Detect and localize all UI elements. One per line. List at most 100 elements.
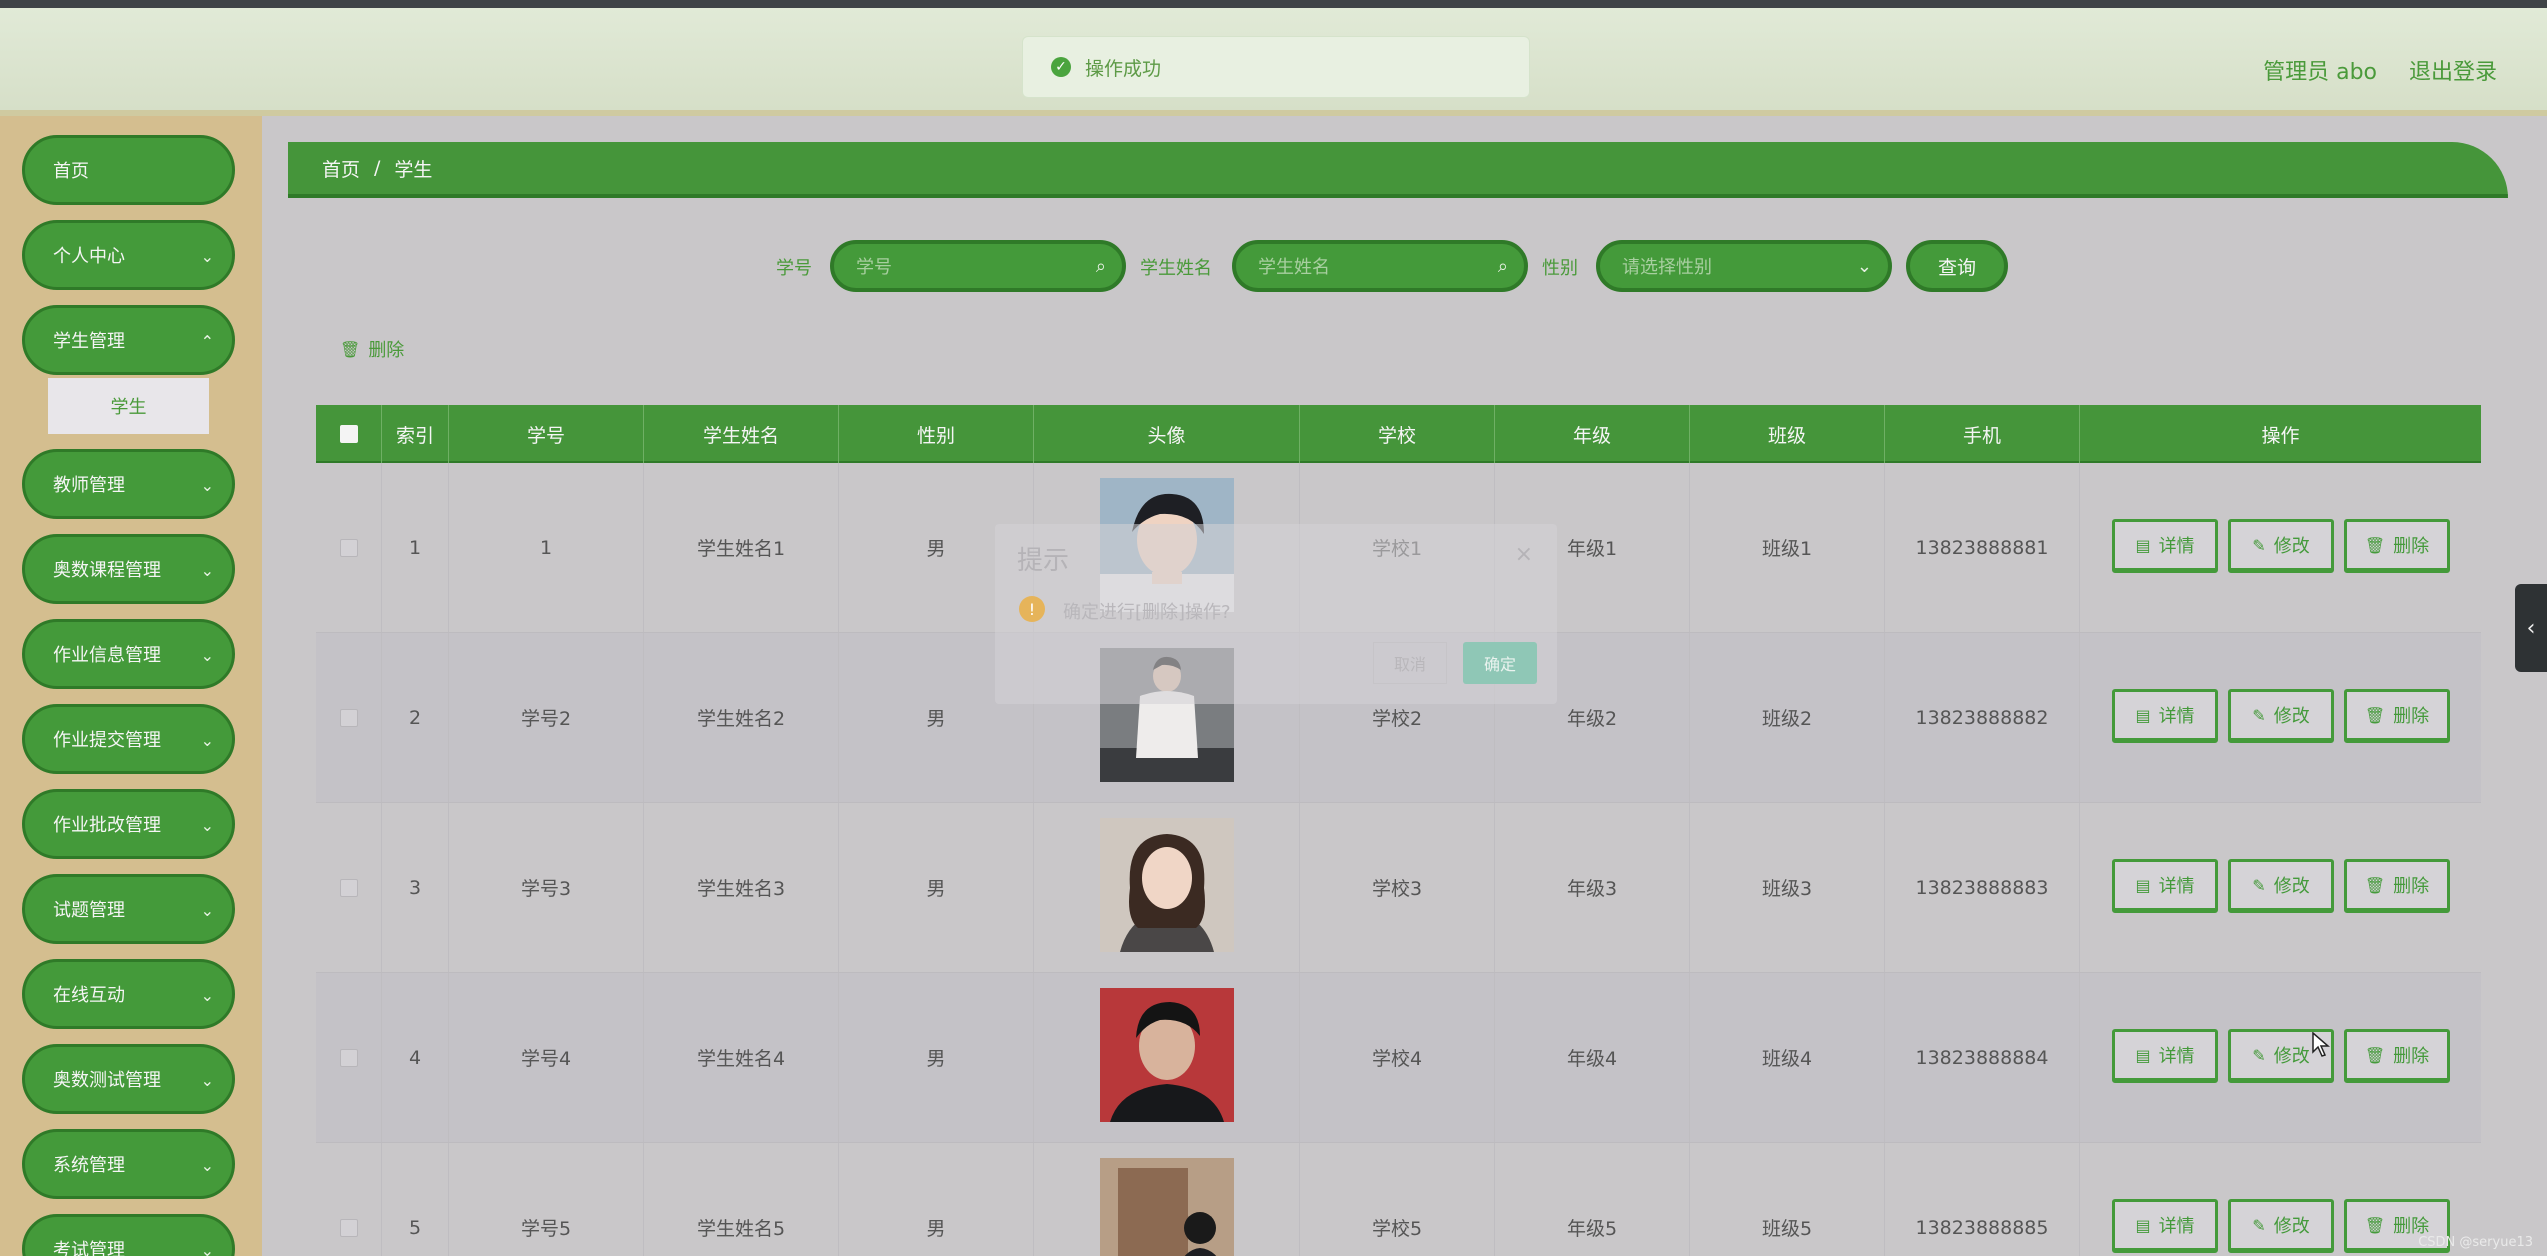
chevron-down-icon: ⌄	[200, 816, 214, 835]
success-toast: ✓ 操作成功	[1022, 36, 1530, 98]
breadcrumb-current: 学生	[394, 158, 433, 181]
cell-index: 4	[382, 973, 449, 1142]
student-id-input[interactable]: 学号 ⌕	[830, 240, 1126, 292]
cell-index: 1	[382, 463, 449, 632]
chevron-down-icon: ⌄	[200, 901, 214, 920]
cell-phone: 13823888884	[1885, 973, 2080, 1142]
table-row: 3 学号3 学生姓名3 男 学校3 年级3 班级3 13823888883 ▤ 详情 ✎ 修改 🗑…	[316, 803, 2481, 973]
check-circle-icon: ✓	[1051, 57, 1071, 77]
cell-index: 5	[382, 1143, 449, 1256]
edit-button[interactable]: ✎ 修改	[2228, 689, 2334, 743]
collapse-panel-tab[interactable]: ‹	[2515, 584, 2547, 672]
header-avatar: 头像	[1034, 405, 1300, 463]
pencil-icon: ✎	[2252, 875, 2266, 895]
chevron-left-icon: ‹	[2526, 615, 2536, 641]
row-checkbox[interactable]	[339, 1218, 358, 1237]
close-icon[interactable]: ×	[1515, 542, 1533, 567]
cell-student-id: 学号3	[449, 803, 644, 972]
edit-button[interactable]: ✎ 修改	[2228, 1199, 2334, 1253]
detail-button[interactable]: ▤ 详情	[2112, 689, 2218, 743]
cell-class: 班级1	[1690, 463, 1885, 632]
sidebar-subitem-student[interactable]: 学生	[48, 378, 209, 434]
detail-button[interactable]: ▤ 详情	[2112, 1029, 2218, 1083]
detail-button[interactable]: ▤ 详情	[2112, 859, 2218, 913]
chevron-down-icon: ⌄	[200, 1071, 214, 1090]
sidebar-item-homework-grade[interactable]: 作业批改管理 ⌄	[22, 789, 235, 859]
row-checkbox[interactable]	[339, 708, 358, 727]
sidebar-item-teacher-mgmt[interactable]: 教师管理 ⌄	[22, 449, 235, 519]
batch-delete-button[interactable]: 🗑 删除	[340, 336, 404, 362]
cell-gender: 男	[839, 803, 1034, 972]
gender-select[interactable]: 请选择性别 ⌄	[1596, 240, 1892, 292]
sidebar-item-home[interactable]: 首页	[22, 135, 235, 205]
cell-phone: 13823888883	[1885, 803, 2080, 972]
delete-button[interactable]: 🗑 删除	[2344, 1029, 2450, 1083]
delete-button[interactable]: 🗑 删除	[2344, 519, 2450, 573]
sidebar-item-homework-info[interactable]: 作业信息管理 ⌄	[22, 619, 235, 689]
chevron-down-icon: ⌄	[1856, 256, 1872, 277]
gender-label: 性别	[1542, 258, 1578, 279]
cell-avatar	[1034, 973, 1300, 1142]
cell-actions: ▤ 详情 ✎ 修改 🗑 删除	[2080, 633, 2481, 802]
cell-student-name: 学生姓名1	[644, 463, 839, 632]
row-checkbox-cell	[316, 803, 382, 972]
delete-button[interactable]: 🗑 删除	[2344, 859, 2450, 913]
query-button[interactable]: 查询	[1906, 240, 2008, 292]
cell-student-id: 学号5	[449, 1143, 644, 1256]
sidebar-item-homework-submit[interactable]: 作业提交管理 ⌄	[22, 704, 235, 774]
student-name-input[interactable]: 学生姓名 ⌕	[1232, 240, 1528, 292]
cell-index: 3	[382, 803, 449, 972]
header-student-name: 学生姓名	[644, 405, 839, 463]
select-all-checkbox[interactable]	[339, 425, 358, 443]
header-class: 班级	[1690, 405, 1885, 463]
cell-grade: 年级4	[1495, 973, 1690, 1142]
chevron-down-icon: ⌄	[200, 1241, 214, 1256]
header-student-id: 学号	[449, 405, 644, 463]
trash-icon: 🗑	[2364, 875, 2386, 895]
table-header: 索引 学号 学生姓名 性别 头像 学校 年级 班级 手机 操作	[316, 405, 2481, 463]
dialog-message: 确定进行[删除]操作?	[1063, 602, 1231, 623]
logout-link[interactable]: 退出登录	[2409, 54, 2497, 86]
warning-icon: !	[1019, 596, 1045, 622]
sidebar-item-system[interactable]: 系统管理 ⌄	[22, 1129, 235, 1199]
student-name-label: 学生姓名	[1140, 258, 1212, 279]
sidebar-item-exam[interactable]: 考试管理 ⌄	[22, 1214, 235, 1256]
breadcrumb-home[interactable]: 首页	[322, 155, 360, 182]
cell-class: 班级2	[1690, 633, 1885, 802]
document-icon: ▤	[2135, 875, 2151, 895]
sidebar-item-interaction[interactable]: 在线互动 ⌄	[22, 959, 235, 1029]
search-icon: ⌕	[1497, 256, 1508, 277]
detail-button[interactable]: ▤ 详情	[2112, 1199, 2218, 1253]
student-avatar-image	[1099, 1158, 1234, 1256]
table-row: 5 学号5 学生姓名5 男 学校5 年级5 班级5 13823888885 ▤ 详情 ✎ 修改 🗑…	[316, 1143, 2481, 1256]
row-checkbox[interactable]	[339, 1048, 358, 1067]
sidebar-item-test-mgmt[interactable]: 奥数测试管理 ⌄	[22, 1044, 235, 1114]
select-all-cell	[316, 405, 382, 463]
sidebar-item-questions[interactable]: 试题管理 ⌄	[22, 874, 235, 944]
dialog-title: 提示	[1017, 546, 1070, 576]
sidebar-item-student-mgmt[interactable]: 学生管理 ⌃	[22, 305, 235, 375]
trash-icon: 🗑	[2364, 1045, 2386, 1065]
edit-button[interactable]: ✎ 修改	[2228, 519, 2334, 573]
edit-button[interactable]: ✎ 修改	[2228, 859, 2334, 913]
header-gender: 性别	[839, 405, 1034, 463]
search-icon: ⌕	[1095, 256, 1106, 277]
sidebar-item-course-mgmt[interactable]: 奥数课程管理 ⌄	[22, 534, 235, 604]
detail-button[interactable]: ▤ 详情	[2112, 519, 2218, 573]
row-checkbox[interactable]	[339, 538, 358, 557]
trash-icon: 🗑	[2364, 535, 2386, 555]
cell-school: 学校3	[1300, 803, 1495, 972]
delete-button[interactable]: 🗑 删除	[2344, 689, 2450, 743]
watermark: CSDN @seryue13	[2418, 1235, 2533, 1250]
search-bar: 学号 学号 ⌕ 学生姓名 学生姓名 ⌕ 性别 请选择性别 ⌄ 查询	[0, 240, 2547, 294]
chevron-down-icon: ⌄	[200, 476, 214, 495]
document-icon: ▤	[2135, 1045, 2151, 1065]
breadcrumb-separator: /	[374, 157, 381, 179]
chevron-down-icon: ⌄	[200, 561, 214, 580]
dialog-confirm-button[interactable]: 确定	[1463, 642, 1537, 684]
header-school: 学校	[1300, 405, 1495, 463]
cell-actions: ▤ 详情 ✎ 修改 🗑 删除	[2080, 463, 2481, 632]
row-checkbox[interactable]	[339, 878, 358, 897]
document-icon: ▤	[2135, 705, 2151, 725]
dialog-cancel-button[interactable]: 取消	[1373, 642, 1447, 684]
